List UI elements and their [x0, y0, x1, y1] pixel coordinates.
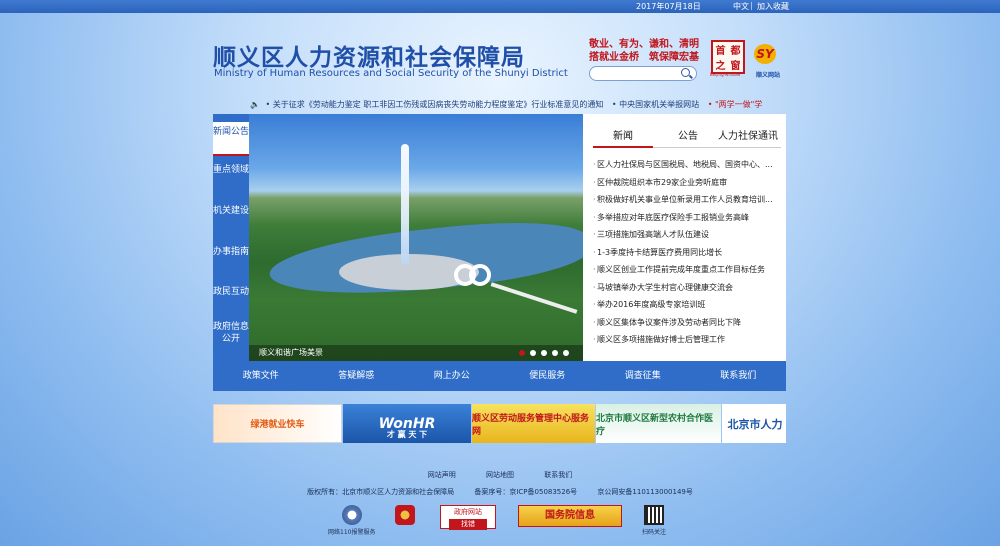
banner-rural-medical[interactable]: 北京市顺义区新型农村合作医疗: [596, 404, 721, 443]
sidenav-item-public-info[interactable]: 政府信息公开: [213, 321, 249, 359]
news-item[interactable]: 1-3季度持卡结算医疗费用同比增长: [593, 244, 783, 262]
report-error-badge: 政府网站 找错: [440, 505, 496, 530]
slogan-line: 敬业、有为、谦和、清明: [589, 39, 699, 50]
menu-item-contact[interactable]: 联系我们: [691, 361, 787, 391]
news-item[interactable]: 多举措应对年底医疗保险手工报销业务高峰: [593, 209, 783, 227]
tab-newsletter[interactable]: 人力社保通讯: [713, 128, 783, 148]
top-bar: 2017年07月18日 中文 | 加入收藏: [0, 0, 1000, 13]
site-subtitle: Ministry of Human Resources and Social S…: [214, 68, 568, 79]
footer-link-sitemap[interactable]: 网站地图: [486, 471, 514, 479]
badge-label: 政府网站: [454, 508, 482, 516]
search-input[interactable]: [589, 66, 697, 81]
news-item[interactable]: 三项措施加强高端人才队伍建设: [593, 226, 783, 244]
sidenav-item-key-areas[interactable]: 重点领域: [213, 164, 249, 190]
tab-announcement[interactable]: 公告: [667, 128, 709, 148]
menu-item-survey[interactable]: 调查征集: [595, 361, 691, 391]
news-ticker[interactable]: 🔈 • 关于征求《劳动能力鉴定 职工非因工伤残或因病丧失劳动能力程度鉴定》行业标…: [250, 99, 786, 112]
date-label: 2017年07月18日: [636, 2, 701, 11]
language-link[interactable]: 中文: [733, 1, 749, 12]
seal-char: 窗: [730, 61, 741, 72]
badge-label: 找错: [449, 519, 487, 530]
ticker-item[interactable]: • 中央国家机关举报网站: [612, 100, 699, 109]
add-favorite-link[interactable]: 加入收藏: [757, 1, 789, 12]
main-menu: 政策文件 答疑解惑 网上办公 便民服务 调查征集 联系我们: [213, 361, 786, 391]
news-item[interactable]: 区仲裁院组织本市29家企业旁听庭审: [593, 174, 783, 192]
footer-badges: 网络110报警服务 政府网站 找错 国务院信息 扫码关注: [0, 505, 1000, 546]
sidenav-item-organ[interactable]: 机关建设: [213, 205, 249, 231]
sculpture-graphic: [469, 264, 491, 286]
slideshow-image[interactable]: 顺义和谐广场美景: [249, 114, 583, 361]
news-item[interactable]: 顺义区多项措施做好博士后管理工作: [593, 331, 783, 349]
tab-news[interactable]: 新闻: [593, 128, 653, 148]
news-list: 区人力社保局与区国税局、地税局、国资中心、... 区仲裁院组织本市29家企业旁听…: [593, 156, 783, 349]
slide-dot[interactable]: [519, 350, 525, 356]
seal-char: 都: [730, 46, 741, 57]
police-record-text: 京公网安备110113000149号: [597, 488, 693, 496]
news-item[interactable]: 顺义区集体争议案件涉及劳动者同比下降: [593, 314, 783, 332]
news-item[interactable]: 积极做好机关事业单位新录用工作人员教育培训...: [593, 191, 783, 209]
news-panel: 新闻 公告 人力社保通讯 区人力社保局与区国税局、地税局、国资中心、... 区仲…: [583, 114, 786, 361]
news-item[interactable]: 举办2016年度高级专家培训班: [593, 296, 783, 314]
footer-link-contact[interactable]: 联系我们: [544, 471, 572, 479]
slide-dot[interactable]: [541, 350, 547, 356]
seal-caption: Beijing-window: [710, 72, 741, 77]
news-item[interactable]: 区人力社保局与区国税局、地税局、国资中心、...: [593, 156, 783, 174]
slide-dot[interactable]: [552, 350, 558, 356]
police-badge-icon: [341, 505, 362, 525]
slide-dot[interactable]: [563, 350, 569, 356]
news-item[interactable]: 马坡镇举办大学生村官心理健康交流会: [593, 279, 783, 297]
shunyi-logo-caption: 顺义网站: [756, 72, 781, 79]
badge-label: 扫码关注: [642, 529, 667, 536]
fountain-graphic: [401, 144, 409, 264]
news-tabs: 新闻 公告 人力社保通讯: [593, 128, 781, 148]
badge-label: 网络110报警服务: [328, 529, 376, 536]
slide-dot[interactable]: [530, 350, 536, 356]
slideshow-dots: [519, 350, 569, 356]
badge-report-error[interactable]: 政府网站 找错: [440, 505, 496, 530]
speaker-icon: 🔈: [250, 100, 260, 109]
footer-link-statement[interactable]: 网站声明: [428, 471, 456, 479]
banner-wonhr[interactable]: WonHR 才 赢 天 下: [343, 404, 471, 443]
badge-emblem[interactable]: [395, 505, 415, 525]
search-icon[interactable]: [681, 68, 690, 77]
slogan-line: 搭就业金桥 筑保障宏基: [589, 52, 699, 63]
banner-labor-service[interactable]: 顺义区劳动服务管理中心服务网: [472, 404, 595, 443]
banner-strip: 绿港就业快车 WonHR 才 赢 天 下 顺义区劳动服务管理中心服务网 北京市顺…: [213, 404, 786, 443]
badge-cyber-police[interactable]: 网络110报警服务: [328, 505, 375, 536]
main-panel: 新闻公告 重点领域 机关建设 办事指南 政民互动 政府信息公开 顺义和谐广场美景…: [213, 114, 786, 361]
qr-code-icon: [644, 505, 664, 525]
divider: |: [750, 1, 753, 10]
site-title[interactable]: 顺义区人力资源和社会保障局: [213, 38, 525, 72]
menu-item-online-office[interactable]: 网上办公: [404, 361, 500, 391]
banner-beijing-hr[interactable]: 北京市人力: [722, 404, 786, 443]
shunyi-logo[interactable]: SY: [754, 44, 776, 64]
capital-window-logo[interactable]: 首 都 之 窗: [711, 40, 745, 74]
sidenav-item-guide[interactable]: 办事指南: [213, 246, 249, 272]
sidenav-item-interaction[interactable]: 政民互动: [213, 286, 249, 312]
state-council-badge: 国务院信息: [518, 505, 622, 527]
news-item[interactable]: 顺义区创业工作提前完成年度重点工作目标任务: [593, 261, 783, 279]
sidenav-item-news[interactable]: 新闻公告: [213, 122, 249, 156]
badge-qr[interactable]: 扫码关注: [642, 505, 666, 536]
menu-item-faq[interactable]: 答疑解惑: [309, 361, 405, 391]
ticker-item[interactable]: • "两学一做"学: [708, 100, 763, 109]
ticker-item[interactable]: • 关于征求《劳动能力鉴定 职工非因工伤残或因病丧失劳动能力程度鉴定》行业标准意…: [266, 100, 604, 109]
footer-links: 网站声明 网站地图 联系我们: [0, 470, 1000, 480]
side-nav: 新闻公告 重点领域 机关建设 办事指南 政民互动 政府信息公开: [213, 114, 249, 361]
copyright: 版权所有：北京市顺义区人力资源和社会保障局 备案序号：京ICP备05083526…: [0, 487, 1000, 497]
copyright-text: 版权所有：北京市顺义区人力资源和社会保障局: [307, 488, 455, 496]
banner-subtitle: 才 赢 天 下: [386, 430, 428, 439]
slogan: 敬业、有为、谦和、清明 搭就业金桥 筑保障宏基: [589, 38, 699, 64]
badge-state-council[interactable]: 国务院信息: [518, 505, 622, 527]
bridge-graphic: [490, 282, 578, 314]
banner-employment-express[interactable]: 绿港就业快车: [213, 404, 342, 443]
party-emblem-icon: [395, 505, 415, 525]
seal-char: 之: [715, 61, 726, 72]
menu-item-services[interactable]: 便民服务: [500, 361, 596, 391]
seal-char: 首: [715, 46, 726, 57]
icp-text: 备案序号：京ICP备05083526号: [474, 488, 578, 496]
menu-item-policy[interactable]: 政策文件: [213, 361, 309, 391]
